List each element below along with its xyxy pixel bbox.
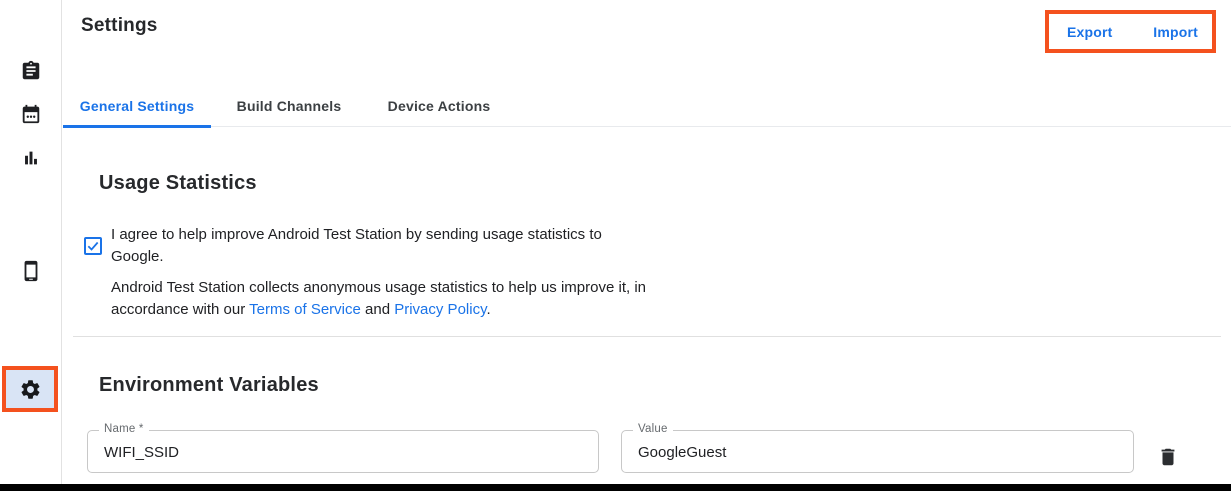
settings-annotation-box xyxy=(2,366,58,412)
env-var-name-input[interactable] xyxy=(88,431,598,472)
page-title: Settings xyxy=(81,15,158,37)
sidebar-item-test-plans[interactable] xyxy=(20,103,42,125)
sidebar-item-devices[interactable] xyxy=(20,260,42,282)
usage-agree-row: I agree to help improve Android Test Sta… xyxy=(84,224,602,268)
checkmark-icon xyxy=(86,239,100,253)
usage-agree-checkbox[interactable] xyxy=(84,237,102,255)
usage-info-text: Android Test Station collects anonymous … xyxy=(111,277,646,321)
section-divider xyxy=(73,336,1221,337)
sidebar-item-reports[interactable] xyxy=(20,147,42,169)
settings-page: Settings Export Import General Settings … xyxy=(0,0,1231,491)
clipboard-tests-icon xyxy=(20,60,42,82)
export-import-annotation-box: Export Import xyxy=(1045,10,1216,53)
trash-icon xyxy=(1157,446,1179,468)
tab-device-actions[interactable]: Device Actions xyxy=(367,84,511,127)
calendar-plans-icon xyxy=(20,103,42,125)
env-var-name-label: Name * xyxy=(99,423,149,435)
window-bottom-border xyxy=(0,484,1231,491)
environment-variables-heading: Environment Variables xyxy=(99,374,319,397)
smartphone-devices-icon xyxy=(20,260,42,282)
bar-chart-icon xyxy=(20,147,42,169)
settings-gear-icon xyxy=(19,378,42,401)
terms-of-service-link[interactable]: Terms of Service xyxy=(249,301,361,318)
main-content: Settings Export Import General Settings … xyxy=(63,0,1231,484)
env-var-value-input[interactable] xyxy=(622,431,1133,472)
env-var-name-field: Name * xyxy=(87,430,599,473)
sidebar-item-settings[interactable] xyxy=(19,378,42,401)
tab-build-channels[interactable]: Build Channels xyxy=(211,84,367,127)
usage-statistics-heading: Usage Statistics xyxy=(99,172,257,195)
import-button[interactable]: Import xyxy=(1153,24,1198,40)
export-button[interactable]: Export xyxy=(1067,24,1113,40)
usage-agree-label: I agree to help improve Android Test Sta… xyxy=(111,224,602,268)
privacy-policy-link[interactable]: Privacy Policy xyxy=(394,301,486,318)
env-var-value-label: Value xyxy=(633,423,673,435)
tab-general-settings[interactable]: General Settings xyxy=(63,84,211,127)
sidebar-item-tests[interactable] xyxy=(20,60,42,82)
delete-env-var-button[interactable] xyxy=(1156,445,1180,469)
env-var-value-field: Value xyxy=(621,430,1134,473)
tab-bar: General Settings Build Channels Device A… xyxy=(63,84,1231,127)
